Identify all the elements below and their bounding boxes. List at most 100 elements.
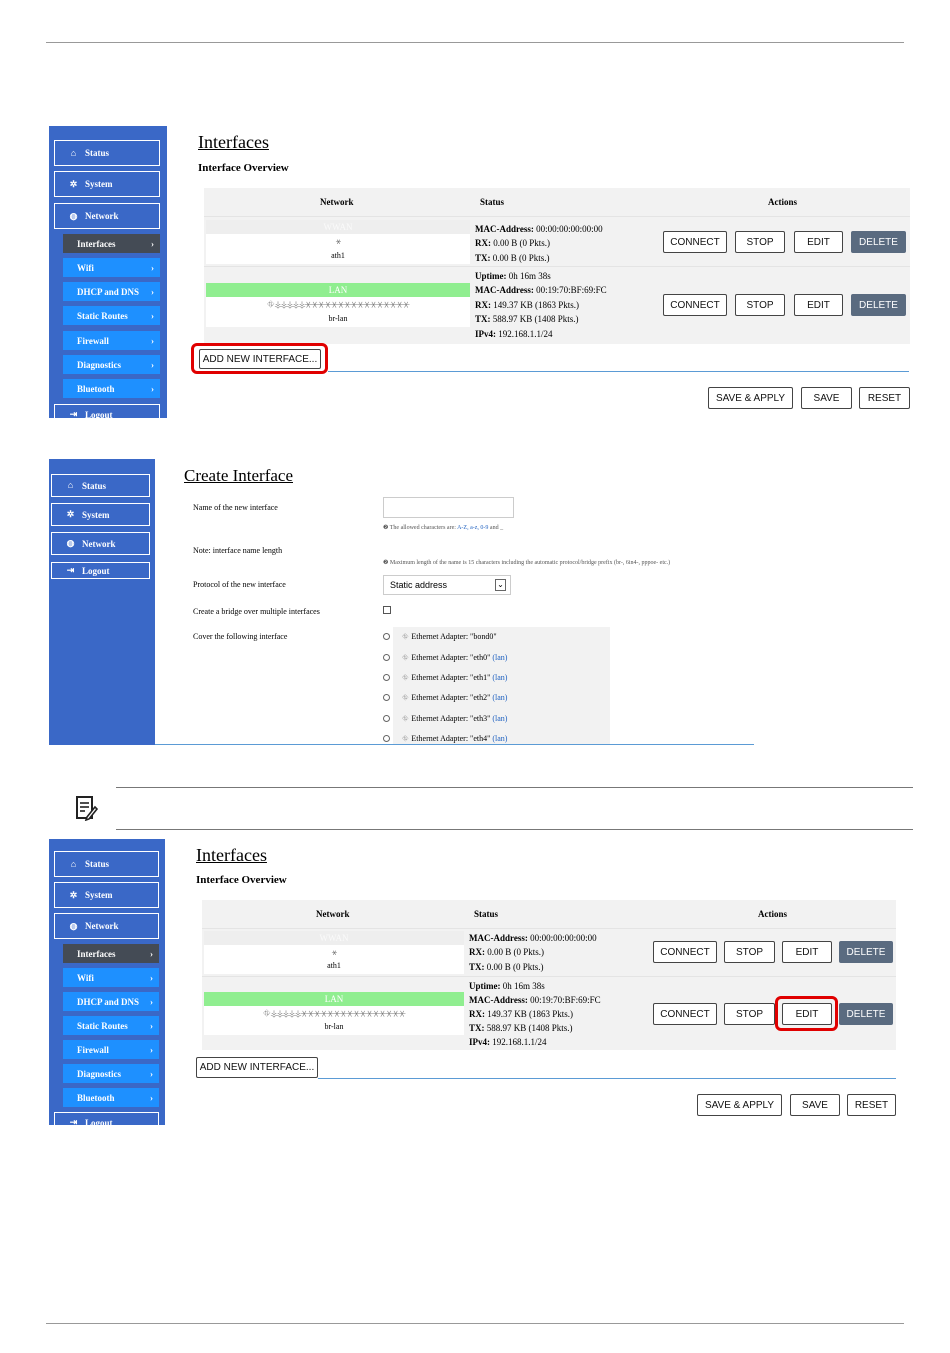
ethernet-icon: ⛗ [402, 693, 409, 702]
edit-button[interactable]: EDIT [794, 294, 843, 316]
nav-firewall[interactable]: Firewall › [63, 1040, 159, 1059]
nav-network[interactable]: ◍ Network [54, 203, 160, 229]
edit-button[interactable]: EDIT [794, 231, 843, 253]
bridge-checkbox[interactable] [383, 606, 391, 614]
save-button[interactable]: SAVE [790, 1094, 840, 1116]
stop-button[interactable]: STOP [735, 231, 785, 253]
nav-static-routes[interactable]: Static Routes › [63, 1016, 159, 1035]
interface-radio[interactable] [383, 674, 390, 681]
interface-radio[interactable] [383, 735, 390, 742]
interfaces-table [202, 900, 896, 928]
col-status: Status [480, 197, 505, 207]
nav-interfaces[interactable]: Interfaces › [63, 234, 160, 253]
interface-option[interactable]: ⛗ Ethernet Adapter: "eth3" (lan) [402, 714, 507, 724]
save-button[interactable]: SAVE [801, 387, 852, 409]
reset-button[interactable]: RESET [859, 387, 910, 409]
nav-logout[interactable]: ⇥ Logout [54, 1112, 159, 1125]
save-apply-button[interactable]: SAVE & APPLY [708, 387, 793, 409]
network-name: WWAN [204, 931, 464, 945]
section-title: Interface Overview [198, 162, 289, 174]
nav-wifi[interactable]: Wifi › [63, 258, 160, 277]
logout-icon: ⇥ [69, 1117, 78, 1126]
nav-status[interactable]: ⌂ Status [54, 140, 160, 166]
stop-button[interactable]: STOP [735, 294, 785, 316]
reset-button[interactable]: RESET [847, 1094, 896, 1116]
interface-radio[interactable] [383, 694, 390, 701]
nav-status[interactable]: ⌂ Status [54, 851, 159, 877]
nav-network[interactable]: ◍ Network [54, 913, 159, 939]
nav-network[interactable]: ◍ Network [51, 532, 150, 555]
interfaces-table [204, 188, 910, 216]
device-icon: ⚹ [331, 947, 337, 957]
name-label: Name of the new interface [193, 503, 278, 512]
interface-option[interactable]: ⛗ Ethernet Adapter: "eth2" (lan) [402, 693, 507, 703]
protocol-select[interactable]: Static address ⌄ [383, 575, 511, 595]
logout-icon: ⇥ [69, 409, 78, 419]
nav-logout[interactable]: ⇥ Logout [54, 404, 160, 418]
gears-icon: ✲ [66, 509, 75, 519]
nav-dhcp-dns[interactable]: DHCP and DNS › [63, 282, 160, 301]
device-name: ath1 [327, 961, 341, 970]
nav-diagnostics[interactable]: Diagnostics › [63, 1064, 159, 1083]
nav-static-routes[interactable]: Static Routes › [63, 306, 160, 325]
ethernet-icon: ⛗ [402, 714, 409, 723]
interface-name-input[interactable] [383, 497, 514, 518]
interface-option[interactable]: ⛗ Ethernet Adapter: "bond0" [402, 632, 497, 642]
device-icon: ⚹ [335, 236, 341, 246]
chevron-right-icon: › [151, 238, 154, 249]
chevron-right-icon: › [150, 972, 153, 983]
status-cell: MAC-Address: 00:00:00:00:00:00 RX: 0.00 … [475, 224, 603, 263]
nav-diagnostics[interactable]: Diagnostics › [63, 355, 160, 374]
delete-button[interactable]: DELETE [851, 294, 906, 316]
connect-button[interactable]: CONNECT [653, 941, 717, 963]
connect-button[interactable]: CONNECT [663, 294, 727, 316]
interface-list [393, 627, 610, 745]
nav-status[interactable]: ⌂ Status [51, 474, 150, 497]
add-new-interface-button[interactable]: ADD NEW INTERFACE... [196, 1057, 318, 1078]
chevron-right-icon: › [150, 1044, 153, 1055]
nav-logout[interactable]: ⇥ Logout [51, 562, 150, 579]
edit-button[interactable]: EDIT [782, 941, 832, 963]
divider [155, 744, 754, 745]
device-name: ath1 [331, 251, 345, 260]
chevron-right-icon: › [151, 310, 154, 321]
nav-bluetooth[interactable]: Bluetooth › [63, 1088, 159, 1107]
nav-system[interactable]: ✲ System [54, 882, 159, 908]
ethernet-icon: ⛗ [402, 653, 409, 662]
connect-button[interactable]: CONNECT [653, 1003, 717, 1025]
interface-radio[interactable] [383, 654, 390, 661]
interfaces-screenshot-1: ⌂ Status ✲ System ◍ Network Interfaces › Wif… [49, 126, 915, 418]
device-icons: ⛗ ⚶⚶⚶⚶⚶⚹⚹⚹⚹⚹⚹⚹⚹⚹⚹⚹⚹⚹⚹⚹⚹ [263, 1008, 406, 1018]
delete-button[interactable]: DELETE [839, 1003, 893, 1025]
stop-button[interactable]: STOP [724, 941, 775, 963]
save-apply-button[interactable]: SAVE & APPLY [697, 1094, 782, 1116]
connect-button[interactable]: CONNECT [663, 231, 727, 253]
globe-icon: ◍ [66, 538, 75, 548]
col-status: Status [474, 909, 499, 919]
nav-interfaces[interactable]: Interfaces › [63, 944, 159, 963]
nav-dhcp-dns[interactable]: DHCP and DNS › [63, 992, 159, 1011]
chevron-right-icon: › [151, 335, 154, 346]
nav-wifi[interactable]: Wifi › [63, 968, 159, 987]
interface-radio[interactable] [383, 715, 390, 722]
nav-system[interactable]: ✲ System [51, 503, 150, 526]
delete-button[interactable]: DELETE [839, 941, 893, 963]
network-cell-wwan: WWAN ⚹ ath1 [206, 220, 470, 264]
nav-firewall[interactable]: Firewall › [63, 331, 160, 350]
header-rule [46, 42, 904, 43]
stop-button[interactable]: STOP [724, 1003, 775, 1025]
network-cell-lan: LAN ⛗ ⚶⚶⚶⚶⚶⚹⚹⚹⚹⚹⚹⚹⚹⚹⚹⚹⚹⚹⚹⚹⚹ br-lan [206, 283, 470, 327]
interface-option[interactable]: ⛗ Ethernet Adapter: "eth4" (lan) [402, 734, 507, 744]
nav-bluetooth[interactable]: Bluetooth › [63, 379, 160, 398]
interface-option[interactable]: ⛗ Ethernet Adapter: "eth1" (lan) [402, 673, 507, 683]
footer-rule [46, 1323, 904, 1324]
nav-system[interactable]: ✲ System [54, 171, 160, 197]
section-title: Interface Overview [196, 874, 287, 886]
interface-option[interactable]: ⛗ Ethernet Adapter: "eth0" (lan) [402, 653, 507, 663]
highlight-add-button [191, 343, 328, 374]
length-hint: ❷ Maximum length of the name is 15 chara… [383, 560, 671, 566]
delete-button[interactable]: DELETE [851, 231, 906, 253]
network-name: LAN [206, 283, 470, 297]
interface-radio[interactable] [383, 633, 390, 640]
chevron-right-icon: › [151, 359, 154, 370]
